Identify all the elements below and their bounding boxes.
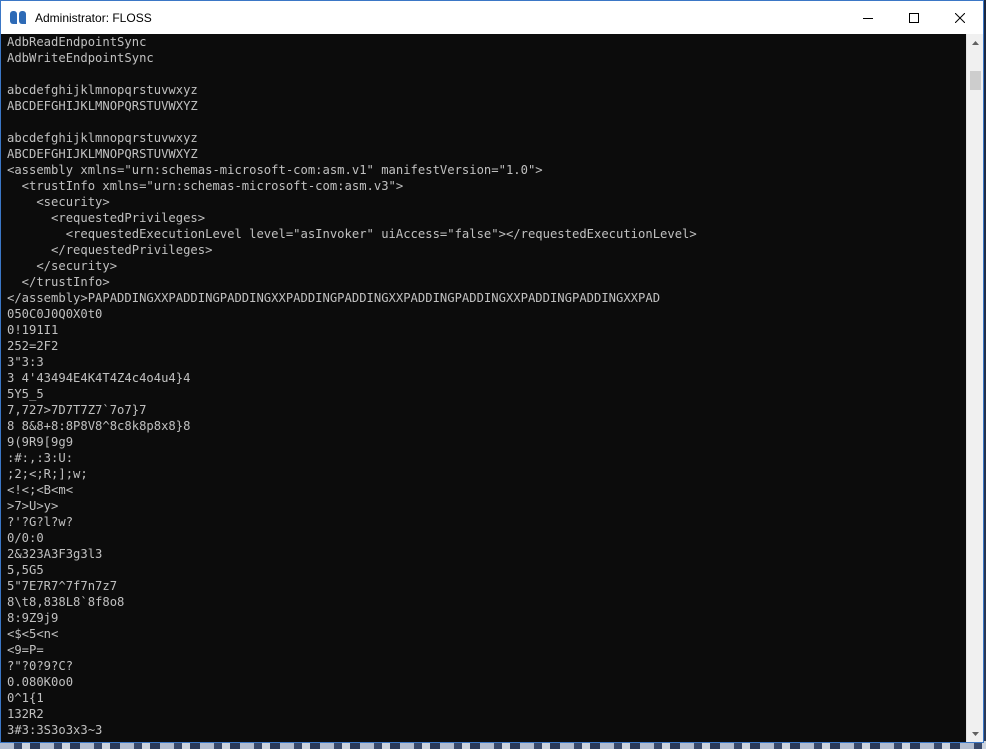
scrollbar-thumb[interactable]	[970, 71, 981, 90]
scroll-up-button[interactable]	[967, 34, 984, 51]
console-line: <assembly xmlns="urn:schemas-microsoft-c…	[7, 163, 543, 177]
console-line: <requestedPrivileges>	[7, 211, 206, 225]
console-line: 0.080K0o0	[7, 675, 74, 689]
console-window[interactable]: Administrator: FLOSS AdbReadEndpointSync…	[0, 0, 984, 743]
close-button[interactable]	[937, 1, 983, 34]
scroll-down-button[interactable]	[967, 725, 984, 742]
console-line: 3"3:3	[7, 355, 44, 369]
scroll-up-arrow-icon	[972, 40, 979, 45]
console-line: </assembly>PAPADDINGXXPADDINGPADDINGXXPA…	[7, 291, 661, 305]
floss-app-icon	[10, 10, 26, 25]
console-line: </security>	[7, 259, 118, 273]
console-line: 8:9Z9j9	[7, 611, 59, 625]
console-line: <trustInfo xmlns="urn:schemas-microsoft-…	[7, 179, 404, 193]
console-line: </trustInfo>	[7, 275, 110, 289]
minimize-button[interactable]	[845, 1, 891, 34]
console-line: <requestedExecutionLevel level="asInvoke…	[7, 227, 697, 241]
console-output[interactable]: AdbReadEndpointSync AdbWriteEndpointSync a…	[1, 34, 966, 742]
console-line: abcdefghijklmnopqrstuvwxyz	[7, 131, 198, 145]
console-line: 8 8&8+8:8P8V8^8c8k8p8x8}8	[7, 419, 191, 433]
console-line: 132R2	[7, 707, 44, 721]
console-line: 050C0J0Q0X0t0	[7, 307, 103, 321]
console-line: 3#3:3S3o3x3~3	[7, 723, 103, 737]
console-line: 5Y5_5	[7, 387, 44, 401]
console-line: AdbReadEndpointSync	[7, 35, 147, 49]
console-line: 9(9R9[9g9	[7, 435, 74, 449]
console-line: >7>U>y>	[7, 499, 59, 513]
console-line: ;2;<;R;];w;	[7, 467, 88, 481]
console-line: 0^1{1	[7, 691, 44, 705]
maximize-button[interactable]	[891, 1, 937, 34]
maximize-icon	[909, 12, 919, 23]
console-line: ?'?G?l?w?	[7, 515, 74, 529]
console-line-list: AdbReadEndpointSync AdbWriteEndpointSync a…	[1, 34, 966, 738]
console-line: :#:,:3:U:	[7, 451, 74, 465]
window-title: Administrator: FLOSS	[35, 10, 152, 25]
console-line: 5"7E7R7^7f7n7z7	[7, 579, 118, 593]
console-line: 8\t8,838L8`8f8o8	[7, 595, 125, 609]
console-line: 0!191I1	[7, 323, 59, 337]
scroll-down-arrow-icon	[972, 731, 979, 736]
window-controls	[845, 1, 983, 34]
console-line: 7,727>7D7T7Z7`7o7}7	[7, 403, 147, 417]
console-line: ABCDEFGHIJKLMNOPQRSTUVWXYZ	[7, 99, 198, 113]
console-line: 2&323A3F3g3l3	[7, 547, 103, 561]
vertical-scrollbar[interactable]	[966, 34, 983, 742]
console-line: <!<;<B<m<	[7, 483, 74, 497]
console-line: <9=P=	[7, 643, 44, 657]
close-icon	[955, 12, 965, 23]
console-line: 252=2F2	[7, 339, 59, 353]
console-line: 0/0:0	[7, 531, 44, 545]
console-line: abcdefghijklmnopqrstuvwxyz	[7, 83, 198, 97]
console-line: <$<5<n<	[7, 627, 59, 641]
console-line: AdbWriteEndpointSync	[7, 51, 154, 65]
title-bar[interactable]: Administrator: FLOSS	[1, 1, 983, 34]
console-line: <security>	[7, 195, 110, 209]
console-line: ?"?0?9?C?	[7, 659, 74, 673]
console-line: 5,5G5	[7, 563, 44, 577]
console-line: </requestedPrivileges>	[7, 243, 213, 257]
console-line: ABCDEFGHIJKLMNOPQRSTUVWXYZ	[7, 147, 198, 161]
console-line: 3 4'43494E4K4T4Z4c4o4u4}4	[7, 371, 191, 385]
minimize-icon	[863, 17, 873, 19]
